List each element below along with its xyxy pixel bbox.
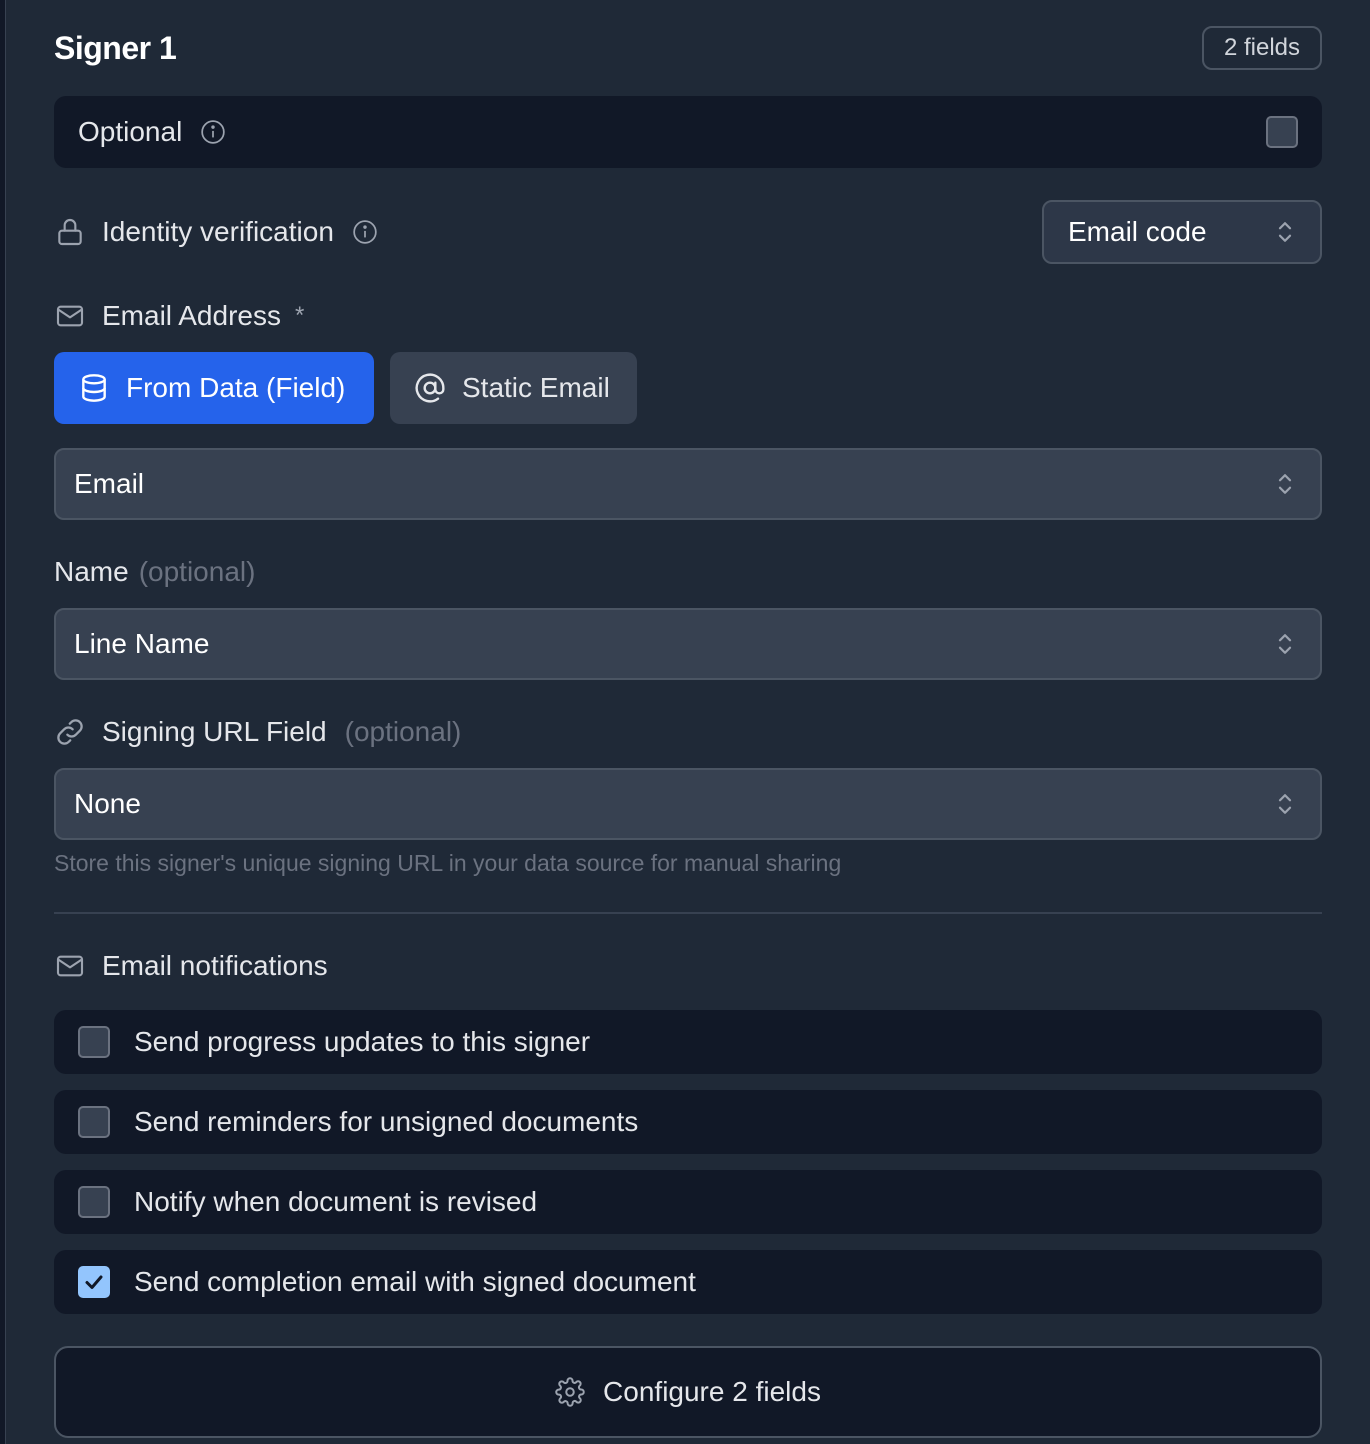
required-mark: * bbox=[294, 302, 305, 329]
identity-verification-label: Identity verification bbox=[102, 216, 334, 247]
notification-checkbox[interactable] bbox=[78, 1186, 110, 1218]
from-data-field-label: From Data (Field) bbox=[126, 372, 346, 403]
name-field-value: Line Name bbox=[74, 628, 210, 659]
signer-header: Signer 1 2 fields bbox=[54, 26, 1322, 72]
name-label: Name bbox=[54, 556, 129, 587]
chevron-up-down-icon bbox=[1278, 794, 1292, 814]
gear-icon bbox=[555, 1377, 585, 1407]
email-address-label-row: Email Address * bbox=[54, 296, 304, 336]
identity-verification-row: Identity verification Email code bbox=[54, 200, 1322, 264]
section-divider bbox=[54, 912, 1322, 914]
database-icon bbox=[82, 374, 106, 402]
optional-row[interactable]: Optional bbox=[54, 96, 1322, 168]
signing-url-hint: Store this signer's unique signing URL i… bbox=[54, 850, 842, 876]
notification-checkbox[interactable] bbox=[78, 1026, 110, 1058]
checkmark-icon bbox=[85, 1275, 103, 1289]
chevron-up-down-icon bbox=[1278, 222, 1292, 242]
notification-label: Send reminders for unsigned documents bbox=[134, 1106, 639, 1137]
notification-item-completion[interactable]: Send completion email with signed docume… bbox=[54, 1250, 1322, 1314]
notification-checkbox-checked[interactable] bbox=[78, 1266, 110, 1298]
email-notifications-title: Email notifications bbox=[102, 950, 328, 981]
signing-url-optional-note: (optional) bbox=[344, 716, 462, 747]
notification-checkbox[interactable] bbox=[78, 1106, 110, 1138]
signing-url-select[interactable]: None bbox=[54, 768, 1322, 840]
fields-count-badge: 2 fields bbox=[1201, 26, 1322, 70]
notification-label: Send completion email with signed docume… bbox=[134, 1266, 696, 1297]
optional-checkbox[interactable] bbox=[1266, 116, 1298, 148]
panel-edge bbox=[0, 0, 6, 1444]
email-address-label: Email Address bbox=[102, 300, 281, 331]
optional-label: Optional bbox=[78, 116, 183, 147]
email-notifications-header: Email notifications bbox=[54, 946, 328, 986]
static-email-label: Static Email bbox=[462, 372, 610, 403]
name-label-row: Name (optional) bbox=[54, 552, 255, 592]
info-icon[interactable] bbox=[200, 119, 226, 145]
lock-icon bbox=[58, 219, 82, 246]
chevron-up-down-icon bbox=[1278, 474, 1292, 494]
identity-verification-select[interactable]: Email code bbox=[1042, 200, 1322, 264]
link-icon bbox=[57, 719, 83, 745]
notification-label: Notify when document is revised bbox=[134, 1186, 538, 1217]
signing-url-value: None bbox=[74, 788, 141, 819]
email-field-select[interactable]: Email bbox=[54, 448, 1322, 520]
signer-title: Signer 1 bbox=[54, 30, 177, 66]
from-data-field-button[interactable]: From Data (Field) bbox=[54, 352, 374, 424]
info-icon[interactable] bbox=[352, 219, 378, 245]
email-source-toggle: From Data (Field) Static Email bbox=[54, 352, 637, 424]
at-sign-icon bbox=[415, 373, 445, 403]
email-field-value: Email bbox=[74, 468, 145, 499]
configure-fields-label: Configure 2 fields bbox=[603, 1376, 821, 1407]
notification-label: Send progress updates to this signer bbox=[134, 1026, 591, 1057]
signing-url-label-row: Signing URL Field (optional) bbox=[54, 712, 461, 752]
notification-item-revised[interactable]: Notify when document is revised bbox=[54, 1170, 1322, 1234]
mail-icon bbox=[56, 955, 84, 977]
mail-icon bbox=[56, 305, 84, 327]
chevron-up-down-icon bbox=[1278, 634, 1292, 654]
notification-item-reminders[interactable]: Send reminders for unsigned documents bbox=[54, 1090, 1322, 1154]
signing-url-label: Signing URL Field bbox=[102, 716, 327, 747]
identity-verification-value: Email code bbox=[1068, 216, 1207, 247]
name-field-select[interactable]: Line Name bbox=[54, 608, 1322, 680]
name-optional-note: (optional) bbox=[138, 556, 256, 587]
notification-item-progress[interactable]: Send progress updates to this signer bbox=[54, 1010, 1322, 1074]
static-email-button[interactable]: Static Email bbox=[390, 352, 637, 424]
configure-fields-button[interactable]: Configure 2 fields bbox=[54, 1346, 1322, 1438]
